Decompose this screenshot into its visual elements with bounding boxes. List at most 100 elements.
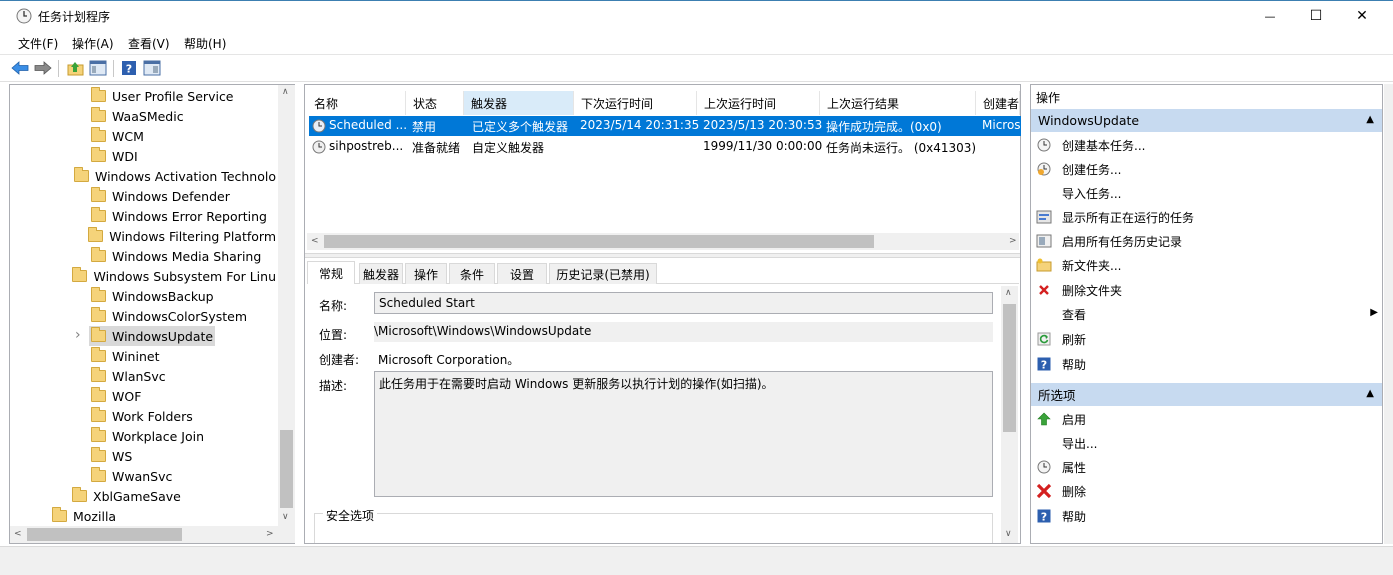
detail-vertical-scrollbar[interactable]: ∧ ∨ [1001,286,1018,543]
action-item[interactable]: 删除 [1036,480,1376,502]
scroll-right-icon[interactable]: > [266,529,274,539]
location-label: 位置: [319,328,348,342]
collapse-up-icon[interactable]: ▲ [1366,388,1374,399]
action-item[interactable]: 导出... [1036,432,1376,454]
tree-item[interactable]: Work Folders [10,406,278,426]
tree-item[interactable]: Windows Defender [10,186,278,206]
folder-icon [91,327,106,342]
action-item[interactable]: ? 帮助 [1036,505,1376,527]
tree-item[interactable]: Workplace Join [10,426,278,446]
tree-item[interactable]: WindowsBackup [10,286,278,306]
tree-item[interactable]: Wininet [10,346,278,366]
forward-button[interactable] [33,58,53,78]
name-field[interactable]: Scheduled Start [374,292,993,314]
tree-item[interactable]: › WindowsUpdate [10,326,278,346]
scroll-up-icon[interactable]: ∧ [282,87,289,97]
tree-vertical-scrollbar[interactable]: ∧ ∨ [278,85,295,526]
tab-triggers[interactable]: 触发器 [359,263,403,284]
action-item[interactable]: 创建基本任务... [1036,134,1376,156]
tab-actions[interactable]: 操作 [405,263,447,284]
scroll-thumb[interactable] [280,430,293,508]
back-button[interactable] [10,58,30,78]
column-header[interactable]: 触发器 [464,91,574,115]
action-item[interactable]: 创建任务... [1036,158,1376,180]
tree-item[interactable]: WaaSMedic [10,106,278,126]
action-item[interactable]: 新文件夹... [1036,254,1376,276]
scroll-thumb[interactable] [1003,304,1016,432]
pane-splitter[interactable] [305,253,1020,258]
minimize-button[interactable]: — [1247,1,1293,31]
tree-item[interactable]: WOF [10,386,278,406]
section-windowsupdate[interactable]: WindowsUpdate ▲ [1031,109,1382,132]
action-item-label: 导出... [1062,436,1098,451]
scroll-down-icon[interactable]: ∨ [1005,529,1012,539]
menu-view[interactable]: 查看(V) [128,35,170,52]
task-list-horizontal-scrollbar[interactable]: < > [307,233,1019,250]
action-item[interactable]: 刷新 [1036,328,1376,350]
section-selected-item[interactable]: 所选项 ▲ [1031,383,1382,406]
scroll-left-icon[interactable]: < [14,529,22,539]
up-folder-button[interactable] [65,58,85,78]
tab-settings[interactable]: 设置 [497,263,547,284]
action-item[interactable]: 显示所有正在运行的任务 [1036,206,1376,228]
close-button[interactable]: ✕ [1339,1,1385,31]
column-header[interactable]: 状态 [406,91,464,115]
scroll-thumb[interactable] [27,528,182,541]
tree-item[interactable]: Windows Activation Technolo [10,166,278,186]
scroll-left-icon[interactable]: < [311,236,319,246]
action-item-label: 新文件夹... [1062,258,1122,273]
action-item[interactable]: ? 帮助 [1036,353,1376,375]
action-pane-icon [143,60,161,76]
tab-general[interactable]: 常规 [307,261,355,284]
action-item[interactable]: 导入任务... [1036,182,1376,204]
tree-item[interactable]: Mozilla [10,506,278,526]
tree-horizontal-scrollbar[interactable]: < > [10,526,278,543]
scroll-thumb[interactable] [324,235,874,248]
table-row[interactable]: Scheduled ... 禁用 已定义多个触发器 2023/5/14 20:31:3… [309,116,1021,136]
delete-red-x-icon [1036,483,1052,499]
description-field[interactable]: 此任务用于在需要时启动 Windows 更新服务以执行计划的操作(如扫描)。 [374,371,993,497]
column-header[interactable]: 上次运行时间 [697,91,820,115]
tree-item[interactable]: Windows Subsystem For Linu [10,266,278,286]
tree-item[interactable]: WDI [10,146,278,166]
column-header[interactable]: 下次运行时间 [574,91,697,115]
scroll-up-icon[interactable]: ∧ [1005,288,1012,298]
action-item[interactable]: 删除文件夹 [1036,279,1376,301]
console-tree-icon [89,60,107,76]
action-item[interactable]: 启用 [1036,408,1376,430]
menu-file[interactable]: 文件(F) [18,35,58,52]
tab-history[interactable]: 历史记录(已禁用) [549,263,657,284]
folder-icon [52,507,67,522]
collapse-up-icon[interactable]: ▲ [1366,114,1374,125]
tree-item[interactable]: WindowsColorSystem [10,306,278,326]
tab-conditions[interactable]: 条件 [449,263,495,284]
folder-icon [91,187,106,202]
tree-item[interactable]: WwanSvc [10,466,278,486]
action-item[interactable]: 启用所有任务历史记录 [1036,230,1376,252]
folder-icon [88,227,104,242]
tree-item[interactable]: WCM [10,126,278,146]
chevron-right-icon[interactable]: › [75,327,81,343]
action-item[interactable]: 属性 [1036,456,1376,478]
tree-item[interactable]: WlanSvc [10,366,278,386]
show-hide-tree-button[interactable] [88,58,108,78]
action-item[interactable]: 查看 ▶ [1036,303,1378,325]
scroll-right-icon[interactable]: > [1009,236,1017,246]
tree-item[interactable]: User Profile Service [10,86,278,106]
tree-item[interactable]: Windows Media Sharing [10,246,278,266]
scroll-down-icon[interactable]: ∨ [282,512,289,522]
column-header[interactable]: 名称 [307,91,406,115]
column-header[interactable]: 创建者 [976,91,1020,115]
help-toolbar-button[interactable]: ? [119,58,139,78]
action-item-label: 属性 [1062,460,1087,475]
maximize-button[interactable]: ☐ [1293,1,1339,31]
table-row[interactable]: sihpostreb... 准备就绪 自定义触发器 1999/11/30 0:00:0… [309,137,1021,157]
column-header[interactable]: 上次运行结果 [820,91,976,115]
menu-action[interactable]: 操作(A) [72,35,114,52]
tree-item[interactable]: Windows Error Reporting [10,206,278,226]
tree-item[interactable]: XblGameSave [10,486,278,506]
tree-item[interactable]: WS [10,446,278,466]
menu-help[interactable]: 帮助(H) [184,35,226,52]
tree-item[interactable]: Windows Filtering Platform [10,226,278,246]
show-action-pane-button[interactable] [142,58,162,78]
